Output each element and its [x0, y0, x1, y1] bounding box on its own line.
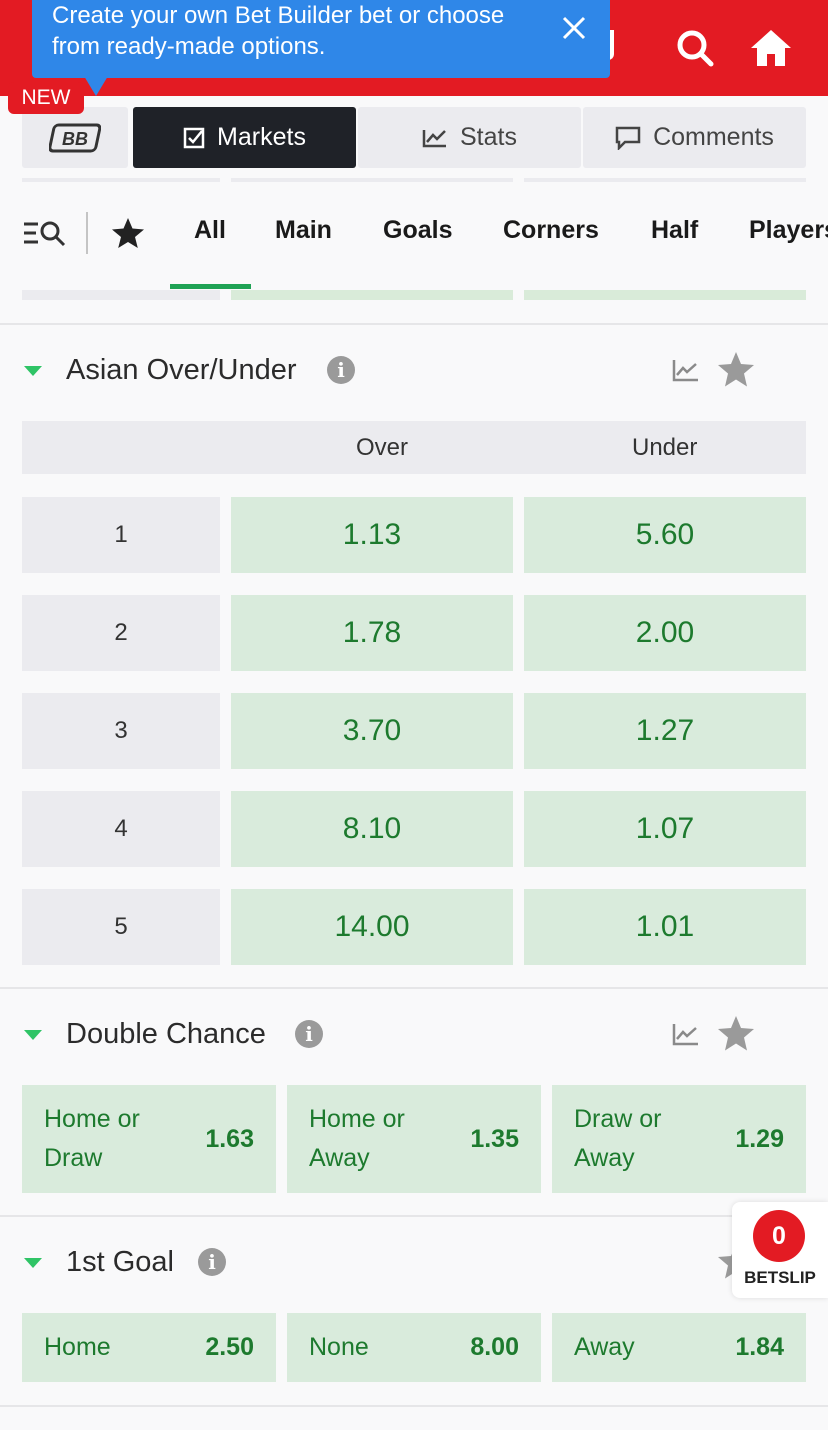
collapse-caret-icon[interactable] [24, 1258, 42, 1268]
active-filter-indicator [170, 284, 251, 289]
tooltip-line-1: Create your own Bet Builder bet or choos… [52, 2, 505, 29]
tab-comments-label: Comments [653, 123, 774, 151]
odds-button-under[interactable]: 2.00 [524, 595, 806, 671]
market-header-asian-over-under[interactable]: Asian Over/Under i [0, 340, 828, 400]
betslip-button[interactable]: 0 BETSLIP [732, 1202, 828, 1298]
tab-bet-builder-label: BB [62, 129, 88, 149]
filter-all[interactable]: All [194, 216, 226, 245]
odds-button-under[interactable]: 1.07 [524, 791, 806, 867]
section-divider [0, 1405, 828, 1407]
selection-label: Home or [309, 1105, 405, 1133]
search-markets-icon[interactable] [24, 218, 68, 253]
collapse-caret-icon[interactable] [24, 1030, 42, 1040]
odds-button-over[interactable]: 1.78 [231, 595, 513, 671]
info-icon[interactable]: i [198, 1248, 226, 1276]
market-header-double-chance[interactable]: Double Chance i [0, 1004, 828, 1064]
tooltip-arrow [84, 76, 108, 96]
odds-button-over[interactable]: 14.00 [231, 889, 513, 965]
odds-button-under[interactable]: 1.27 [524, 693, 806, 769]
ghost-row-top [524, 178, 806, 182]
selection-price: 8.00 [470, 1333, 519, 1361]
selection-label: Home or [44, 1105, 140, 1133]
bet-builder-tooltip: Create your own Bet Builder bet or choos… [32, 0, 610, 96]
tab-markets-label: Markets [217, 123, 306, 151]
tab-markets[interactable]: Markets [133, 107, 356, 168]
tab-stats[interactable]: Stats [358, 107, 581, 168]
section-divider [0, 1215, 828, 1217]
close-icon[interactable] [558, 12, 590, 44]
selection-label: None [309, 1333, 369, 1361]
selection-draw-or-away[interactable]: Draw or Away 1.29 [552, 1085, 806, 1193]
checkbox-icon [183, 127, 205, 148]
selection-none[interactable]: None 8.00 [287, 1313, 541, 1382]
ghost-row-bottom [524, 290, 806, 300]
filter-divider [86, 212, 88, 254]
stats-chart-icon[interactable] [672, 358, 700, 387]
tab-comments[interactable]: Comments [583, 107, 806, 168]
selection-label: Away [574, 1144, 635, 1172]
collapse-caret-icon[interactable] [24, 366, 42, 376]
comment-icon [615, 126, 641, 150]
odds-button-over[interactable]: 3.70 [231, 693, 513, 769]
selection-label: Draw or [574, 1105, 662, 1133]
info-icon[interactable]: i [327, 356, 355, 384]
selection-price: 1.29 [735, 1125, 784, 1153]
odds-button-under[interactable]: 5.60 [524, 497, 806, 573]
favorite-star-icon[interactable] [716, 1014, 756, 1057]
star-icon[interactable] [110, 216, 146, 255]
section-divider [0, 987, 828, 989]
stats-chart-icon[interactable] [672, 1022, 700, 1051]
search-icon[interactable] [671, 24, 719, 72]
filter-goals[interactable]: Goals [383, 216, 452, 245]
home-icon[interactable] [747, 24, 795, 72]
market-title: 1st Goal [66, 1246, 174, 1278]
odds-button-over[interactable]: 1.13 [231, 497, 513, 573]
handicap-line: 3 [22, 693, 220, 769]
market-title: Asian Over/Under [66, 354, 297, 386]
handicap-line: 5 [22, 889, 220, 965]
odds-button-under[interactable]: 1.01 [524, 889, 806, 965]
selection-price: 1.63 [205, 1125, 254, 1153]
handicap-line: 4 [22, 791, 220, 867]
tab-bet-builder[interactable]: BB [22, 107, 128, 168]
odds-button-over[interactable]: 8.10 [231, 791, 513, 867]
ghost-row-bottom [22, 290, 220, 300]
chart-icon [422, 129, 446, 147]
column-under: Under [632, 434, 698, 461]
market-filter-bar: All Main Goals Corners Half Players [0, 190, 828, 290]
ghost-row-bottom [231, 290, 513, 300]
filter-half[interactable]: Half [651, 216, 698, 245]
selection-home[interactable]: Home 2.50 [22, 1313, 276, 1382]
bet-builder-icon: BB [49, 123, 101, 152]
selection-label: Away [309, 1144, 370, 1172]
selection-price: 2.50 [205, 1333, 254, 1361]
selection-price: 1.35 [470, 1125, 519, 1153]
filter-corners[interactable]: Corners [503, 216, 599, 245]
tooltip-line-2: from ready-made options. [52, 33, 326, 60]
betslip-label: BETSLIP [744, 1268, 816, 1287]
selection-home-or-draw[interactable]: Home or Draw 1.63 [22, 1085, 276, 1193]
ghost-row-top [22, 178, 220, 182]
betslip-count-badge: 0 [753, 1210, 805, 1262]
ghost-row-top [231, 178, 513, 182]
selection-home-or-away[interactable]: Home or Away 1.35 [287, 1085, 541, 1193]
filter-players[interactable]: Players [749, 216, 828, 245]
section-divider [0, 323, 828, 325]
selection-away[interactable]: Away 1.84 [552, 1313, 806, 1382]
selection-price: 1.84 [735, 1333, 784, 1361]
new-badge: NEW [8, 82, 84, 114]
handicap-line: 1 [22, 497, 220, 573]
selection-label: Home [44, 1333, 111, 1361]
market-header-1st-goal[interactable]: 1st Goal i [0, 1232, 828, 1292]
tab-stats-label: Stats [460, 123, 517, 151]
favorite-star-icon[interactable] [716, 350, 756, 393]
selection-label: Draw [44, 1144, 103, 1172]
asian-column-header: Over Under [22, 421, 806, 474]
selection-label: Away [574, 1333, 635, 1361]
filter-main[interactable]: Main [275, 216, 332, 245]
market-title: Double Chance [66, 1018, 266, 1050]
handicap-line: 2 [22, 595, 220, 671]
info-icon[interactable]: i [295, 1020, 323, 1048]
column-over: Over [356, 434, 409, 461]
